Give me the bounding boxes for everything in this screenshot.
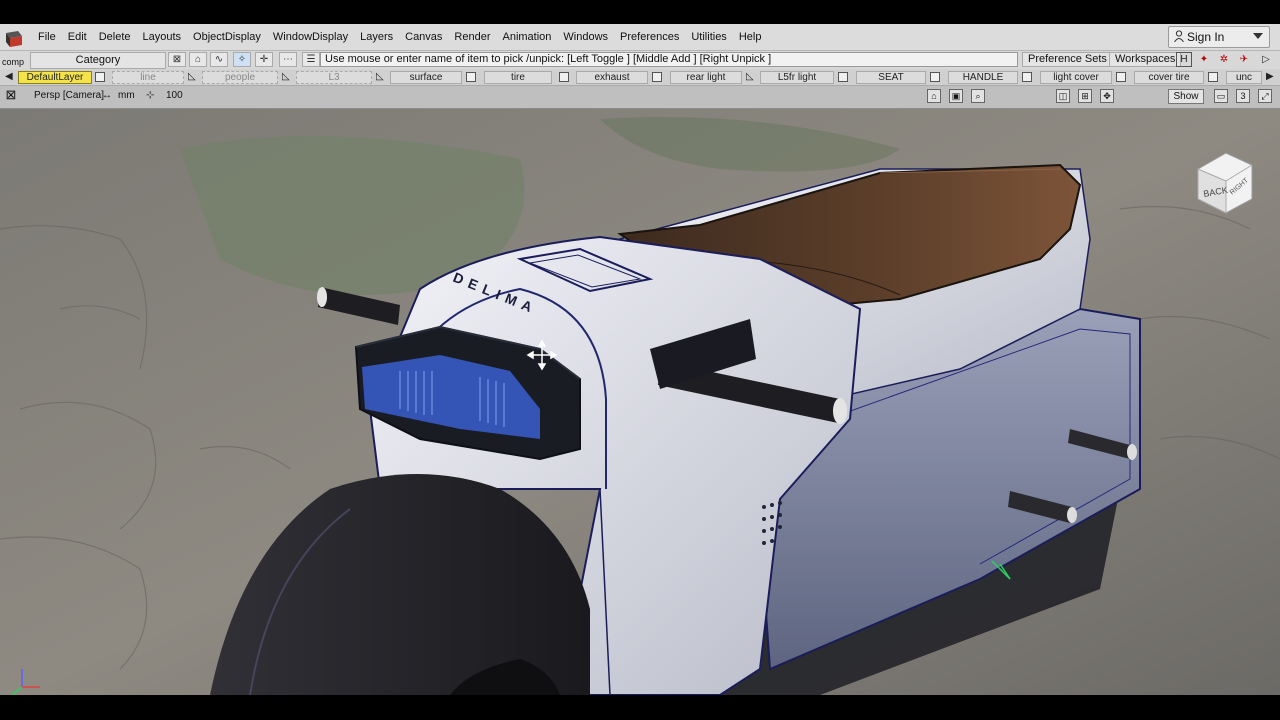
layer-rear-light-symmetry-icon[interactable]: ◺ (746, 71, 754, 82)
pane-count[interactable]: 3 (1236, 89, 1250, 103)
layer-line-symmetry-icon[interactable]: ◺ (188, 71, 196, 82)
layer-light-cover[interactable]: light cover (1040, 71, 1112, 84)
layer-handle-checkbox[interactable] (1022, 72, 1032, 82)
grid-scale-label: 100 (166, 90, 183, 101)
menu-windowdisplay[interactable]: WindowDisplay (267, 31, 354, 43)
layer-scroll-right-icon[interactable]: ▶ (1266, 71, 1274, 82)
layer-tire-checkbox[interactable] (559, 72, 569, 82)
layer-defaultlayer-checkbox[interactable] (95, 72, 105, 82)
layer-seat[interactable]: SEAT (856, 71, 926, 84)
pick-object-icon[interactable]: ⌂ (189, 52, 207, 67)
layer-l5fr-light[interactable]: L5fr light (760, 71, 834, 84)
menu-render[interactable]: Render (448, 31, 496, 43)
workspace-h-icon[interactable]: H (1176, 52, 1192, 67)
layer-people[interactable]: people (202, 71, 278, 84)
letterbox-bottom (0, 695, 1280, 720)
layer-surface-checkbox[interactable] (466, 72, 476, 82)
layer-handle[interactable]: HANDLE (948, 71, 1018, 84)
viewport-close-icon[interactable]: ⊠ (4, 88, 18, 103)
layer-cover-tire[interactable]: cover tire (1134, 71, 1204, 84)
camera-label: Persp [Camera] (34, 90, 105, 101)
show-button[interactable]: Show (1168, 89, 1204, 104)
menu-windows[interactable]: Windows (557, 31, 614, 43)
chevron-down-icon (1253, 33, 1263, 39)
preference-sets-button[interactable]: Preference Sets (1022, 52, 1113, 67)
menu-animation[interactable]: Animation (497, 31, 558, 43)
layer-l3-symmetry-icon[interactable]: ◺ (376, 71, 384, 82)
menu-objectdisplay[interactable]: ObjectDisplay (187, 31, 267, 43)
layer-people-symmetry-icon[interactable]: ◺ (282, 71, 290, 82)
layer-exhaust[interactable]: exhaust (576, 71, 648, 84)
move-icon[interactable]: ✥ (1100, 89, 1114, 103)
menu-utilities[interactable]: Utilities (685, 31, 732, 43)
pick-cv-icon[interactable]: ✧ (233, 52, 251, 67)
scroll-right-icon[interactable]: ▷ (1258, 52, 1274, 67)
layer-cover-tire-checkbox[interactable] (1208, 72, 1218, 82)
layer-defaultlayer[interactable]: DefaultLayer (18, 71, 92, 84)
layer-l3[interactable]: L3 (296, 71, 372, 84)
sign-in-button[interactable]: Sign In (1168, 26, 1270, 48)
layer-rear-light[interactable]: rear light (670, 71, 742, 84)
app-logo-icon (6, 31, 22, 47)
layer-tire[interactable]: tire (484, 71, 552, 84)
camera-icon[interactable]: ⌂ (927, 89, 941, 103)
units-label: mm (118, 90, 135, 101)
layer-exhaust-checkbox[interactable] (652, 72, 662, 82)
fit-icon[interactable]: ⊞ (1078, 89, 1092, 103)
menu-edit[interactable]: Edit (62, 31, 93, 43)
menu-bar: File Edit Delete Layouts ObjectDisplay W… (0, 24, 1280, 51)
category-dropdown[interactable]: Category (30, 52, 166, 69)
workspace-tool-3-icon[interactable]: ✈ (1236, 52, 1252, 67)
layer-l5fr-light-checkbox[interactable] (838, 72, 848, 82)
video-icon[interactable]: ▣ (949, 89, 963, 103)
menu-help[interactable]: Help (733, 31, 768, 43)
3d-viewport[interactable]: DELIMA BACK RIGHT (0, 109, 1280, 695)
user-icon (1174, 30, 1184, 42)
layer-bar: ◀ DefaultLayer line ◺ people ◺ L3 ◺ surf… (0, 70, 1280, 86)
pick-more-icon[interactable]: ⋯ (279, 52, 297, 67)
menu-layouts[interactable]: Layouts (137, 31, 188, 43)
comp-label: comp (2, 57, 25, 67)
maximize-icon[interactable]: ⤢ (1258, 89, 1272, 103)
zoom-icon[interactable]: ⌕ (971, 89, 985, 103)
workspace-tool-2-icon[interactable]: ✲ (1216, 52, 1232, 67)
prompt-history-icon[interactable]: ☰ (302, 52, 320, 67)
main-menu: File Edit Delete Layouts ObjectDisplay W… (32, 24, 767, 50)
layer-line[interactable]: line (112, 71, 184, 84)
pick-point-icon[interactable]: ✛ (255, 52, 273, 67)
menu-file[interactable]: File (32, 31, 62, 43)
menu-delete[interactable]: Delete (93, 31, 137, 43)
application-window: File Edit Delete Layouts ObjectDisplay W… (0, 24, 1280, 695)
units-arrow-icon: ↔ (102, 90, 112, 101)
workspace-tool-1-icon[interactable]: ✦ (1196, 52, 1212, 67)
workspaces-button[interactable]: Workspaces (1109, 52, 1182, 67)
layer-surface[interactable]: surface (390, 71, 462, 84)
pick-none-icon[interactable]: ⊠ (168, 52, 186, 67)
pane-single-icon[interactable]: ▭ (1214, 89, 1228, 103)
letterbox-top (0, 0, 1280, 24)
grid-scale-icon: ⊹ (146, 90, 155, 101)
pick-curve-icon[interactable]: ∿ (210, 52, 228, 67)
viewport-title-bar: ⊠ Persp [Camera] ↔ mm ⊹ 100 ⌂ ▣ ⌕ ◫ ⊞ ✥ … (0, 86, 1280, 109)
sign-in-label: Sign In (1187, 30, 1225, 44)
menu-preferences[interactable]: Preferences (614, 31, 685, 43)
prompt-line[interactable]: Use mouse or enter name of item to pick … (320, 52, 1018, 67)
layer-seat-checkbox[interactable] (930, 72, 940, 82)
pick-toolbar: comp Category ⊠ ⌂ ∿ ✧ ✛ ⋯ ☰ Use mouse or… (0, 51, 1280, 69)
layer-scroll-left-icon[interactable]: ◀ (5, 71, 13, 82)
menu-layers[interactable]: Layers (354, 31, 399, 43)
menu-canvas[interactable]: Canvas (399, 31, 448, 43)
scene-canvas[interactable]: DELIMA BACK RIGHT (0, 109, 1280, 695)
layer-light-cover-checkbox[interactable] (1116, 72, 1126, 82)
frame-icon[interactable]: ◫ (1056, 89, 1070, 103)
layer-unc[interactable]: unc (1226, 71, 1262, 84)
